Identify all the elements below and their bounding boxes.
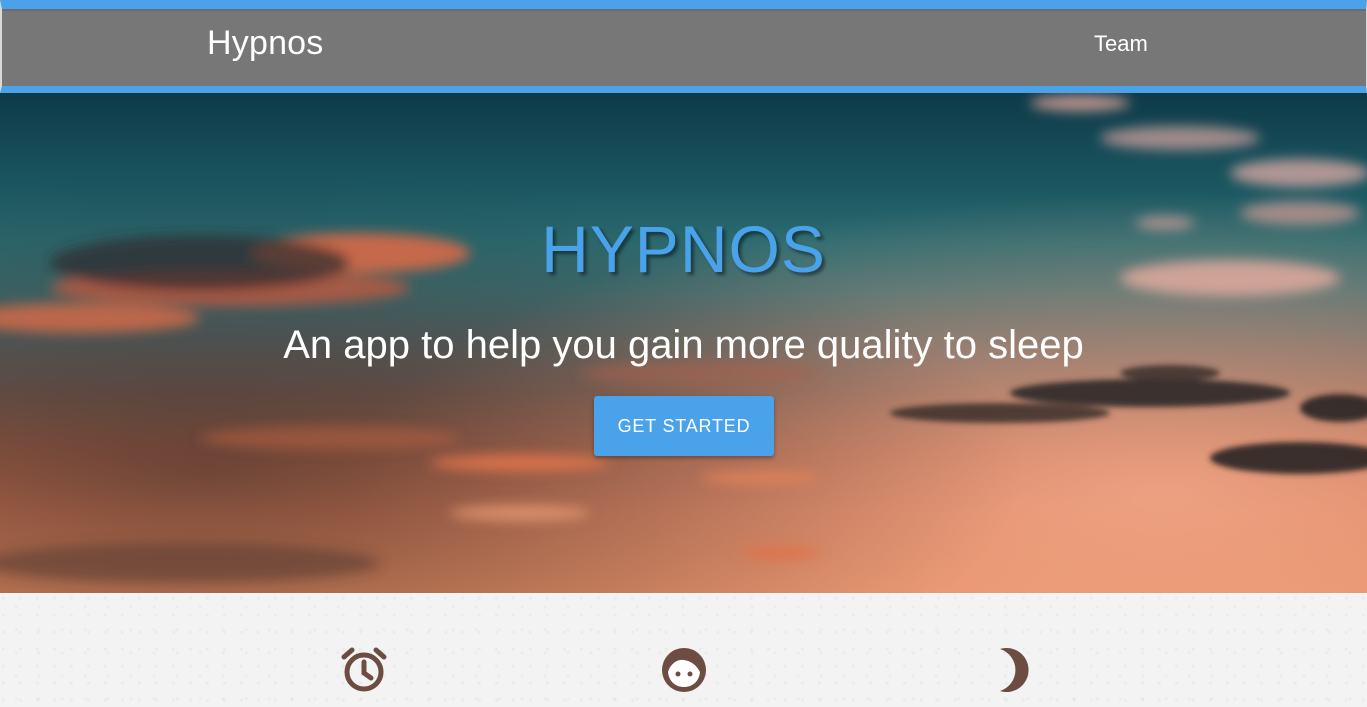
face-icon [659, 645, 709, 695]
moon-icon [980, 645, 1030, 695]
hero-section: HYPNOS An app to help you gain more qual… [0, 93, 1367, 593]
features-section [0, 593, 1367, 707]
brand-link[interactable]: Hypnos [207, 24, 323, 63]
hero-subtitle: An app to help you gain more quality to … [283, 323, 1084, 367]
nav-link-team[interactable]: Team [1094, 31, 1148, 57]
hero-title: HYPNOS [541, 212, 826, 286]
navbar: Hypnos Team [0, 0, 1367, 93]
alarm-clock-icon [339, 645, 389, 695]
get-started-button[interactable]: GET STARTED [594, 396, 774, 456]
page: Hypnos Team HYPNOS An app to help you ga… [0, 0, 1367, 707]
